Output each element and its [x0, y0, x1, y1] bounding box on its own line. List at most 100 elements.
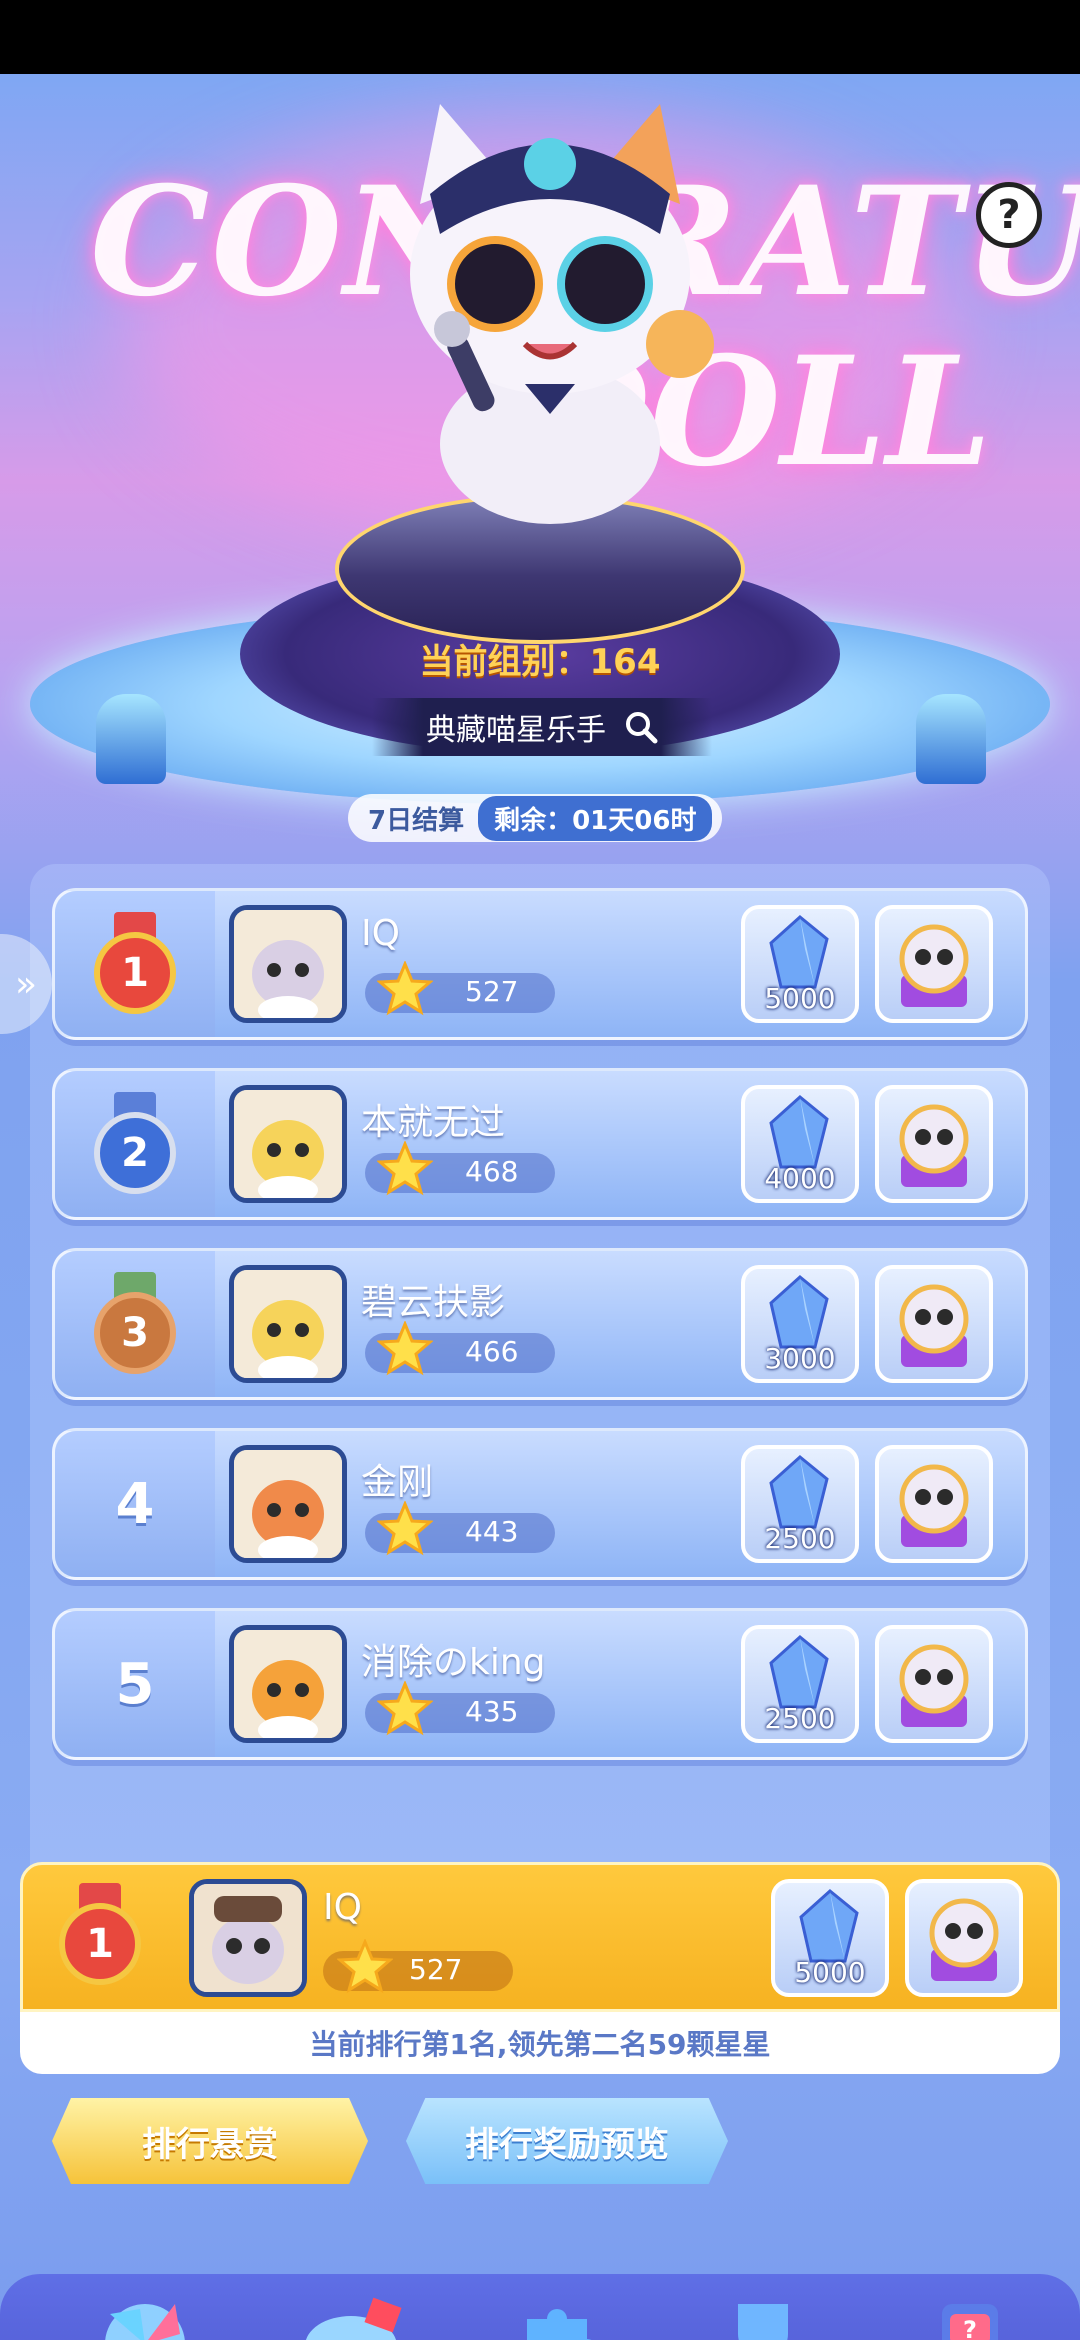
ranking-row[interactable]: 5 消除のking 435 2500: [52, 1608, 1028, 1760]
cat-avatar-frame-icon: [929, 1898, 999, 1981]
star-icon: [377, 1501, 433, 1556]
rank-cell: 5: [55, 1611, 215, 1757]
star-icon: [377, 1681, 433, 1736]
player-name: 碧云扶影: [361, 1282, 506, 1323]
my-crystal-reward[interactable]: 5000: [771, 1879, 889, 1997]
rank-cell: 2: [55, 1071, 215, 1217]
my-reward-amount: 5000: [794, 1956, 866, 1989]
crystal-reward[interactable]: 4000: [741, 1085, 859, 1203]
player-avatar-icon: [234, 1450, 342, 1558]
cat-avatar-frame-icon: [899, 924, 969, 1007]
cat-avatar-frame-icon: [899, 1644, 969, 1727]
star-icon: [377, 1141, 433, 1196]
crystal-reward[interactable]: 3000: [741, 1265, 859, 1383]
player-name: 金刚: [361, 1462, 434, 1503]
stage-pillar-left: [96, 694, 166, 784]
avatar-frame-reward[interactable]: [875, 1085, 993, 1203]
player-name: IQ: [361, 913, 400, 954]
reward-amount: 4000: [764, 1162, 836, 1195]
ranking-row[interactable]: 1 IQ 527 5000: [52, 888, 1028, 1040]
player-avatar-icon: [234, 910, 342, 1018]
player-avatar[interactable]: [229, 905, 347, 1023]
player-score: 527: [465, 975, 519, 1008]
pinwheel-icon[interactable]: [80, 2274, 210, 2340]
rank-cell: 3: [55, 1251, 215, 1397]
my-avatar[interactable]: [189, 1879, 307, 1997]
rank-cell: 1: [55, 891, 215, 1037]
ranking-row[interactable]: 2 本就无过 468 4000: [52, 1068, 1028, 1220]
gold-medal-icon: 1: [53, 1883, 147, 1987]
cat-avatar-frame-icon: [899, 1464, 969, 1547]
player-avatar[interactable]: [229, 1445, 347, 1563]
cat-avatar-frame-icon: [899, 1104, 969, 1187]
my-name: IQ: [323, 1887, 362, 1928]
star-icon: [337, 1939, 393, 1994]
player-avatar-icon: [234, 1090, 342, 1198]
my-rank-number: 1: [59, 1903, 141, 1985]
game-scene: CONGRATULATION DOLL ? 当前组别：164 典藏喵星乐手 7日…: [0, 74, 1080, 2340]
rank-number: 5: [115, 1651, 155, 1717]
my-medal: 1: [53, 1883, 147, 1987]
cat-avatar-frame-icon: [899, 1284, 969, 1367]
avatar-frame-reward[interactable]: [875, 1265, 993, 1383]
rank-number: 1: [94, 932, 176, 1014]
ranking-row[interactable]: 4 金刚 443 2500: [52, 1428, 1028, 1580]
cat-musician-avatar-icon: [194, 1884, 302, 1992]
player-score: 466: [465, 1335, 519, 1368]
svg-text:?: ?: [963, 2316, 977, 2340]
avatar-frame-reward[interactable]: [875, 1625, 993, 1743]
gold-medal-icon: 1: [88, 912, 182, 1016]
reward-amount: 5000: [764, 982, 836, 1015]
player-score: 435: [465, 1695, 519, 1728]
crystal-reward[interactable]: 5000: [741, 905, 859, 1023]
ranking-row[interactable]: 3 碧云扶影 466 3000: [52, 1248, 1028, 1400]
rank-cell: 4: [55, 1431, 215, 1577]
player-avatar[interactable]: [229, 1265, 347, 1383]
rank-number: 4: [115, 1471, 155, 1537]
reward-preview-button[interactable]: 排行奖励预览: [406, 2098, 728, 2184]
help-label: ?: [997, 192, 1021, 238]
rank-number: 3: [94, 1292, 176, 1374]
reward-amount: 2500: [764, 1522, 836, 1555]
remaining-time: 剩余：01天06时: [478, 795, 713, 841]
my-rank-row[interactable]: 1 IQ 527 5000: [20, 1862, 1060, 2012]
avatar-frame-reward[interactable]: [875, 905, 993, 1023]
search-icon[interactable]: [624, 710, 658, 744]
double-chevron-icon: »: [14, 963, 38, 1005]
my-avatar-reward[interactable]: [905, 1879, 1023, 1997]
trophy-icon[interactable]: [698, 2274, 828, 2340]
reward-amount: 3000: [764, 1342, 836, 1375]
settlement-cycle: 7日结算: [368, 805, 465, 836]
avatar-frame-reward[interactable]: [875, 1445, 993, 1563]
crystal-reward[interactable]: 2500: [741, 1445, 859, 1563]
player-name: 本就无过: [361, 1102, 506, 1143]
stage-pillar-right: [916, 694, 986, 784]
player-avatar[interactable]: [229, 1085, 347, 1203]
my-score: 527: [409, 1953, 463, 1986]
player-avatar-icon: [234, 1270, 342, 1378]
bronze-medal-icon: 3: [88, 1272, 182, 1376]
rank-number: 2: [94, 1112, 176, 1194]
star-icon: [377, 1321, 433, 1376]
star-icon: [377, 961, 433, 1016]
status-bar: [0, 0, 1080, 74]
player-name: 消除のking: [361, 1642, 546, 1683]
player-score: 468: [465, 1155, 519, 1188]
puzzle-icon[interactable]: [492, 2274, 622, 2340]
rank-reward-button[interactable]: 排行悬赏: [52, 2098, 368, 2184]
player-avatar[interactable]: [229, 1625, 347, 1743]
current-group-label: 当前组别：164: [419, 642, 661, 682]
help-button[interactable]: ?: [976, 182, 1042, 248]
silver-medal-icon: 2: [88, 1092, 182, 1196]
settlement-timer: 7日结算 剩余：01天06时: [348, 794, 723, 842]
title-plate[interactable]: 典藏喵星乐手: [372, 698, 712, 756]
my-rank-note: 当前排行第1名,领先第二名59颗星星: [20, 2012, 1060, 2074]
whistle-icon[interactable]: [286, 2274, 416, 2340]
gift-machine-icon[interactable]: ?: [904, 2274, 1034, 2340]
crystal-reward[interactable]: 2500: [741, 1625, 859, 1743]
dj-cat-character: [410, 104, 714, 524]
player-score: 443: [465, 1515, 519, 1548]
title-text: 典藏喵星乐手: [426, 713, 606, 748]
player-avatar-icon: [234, 1630, 342, 1738]
reward-amount: 2500: [764, 1702, 836, 1735]
